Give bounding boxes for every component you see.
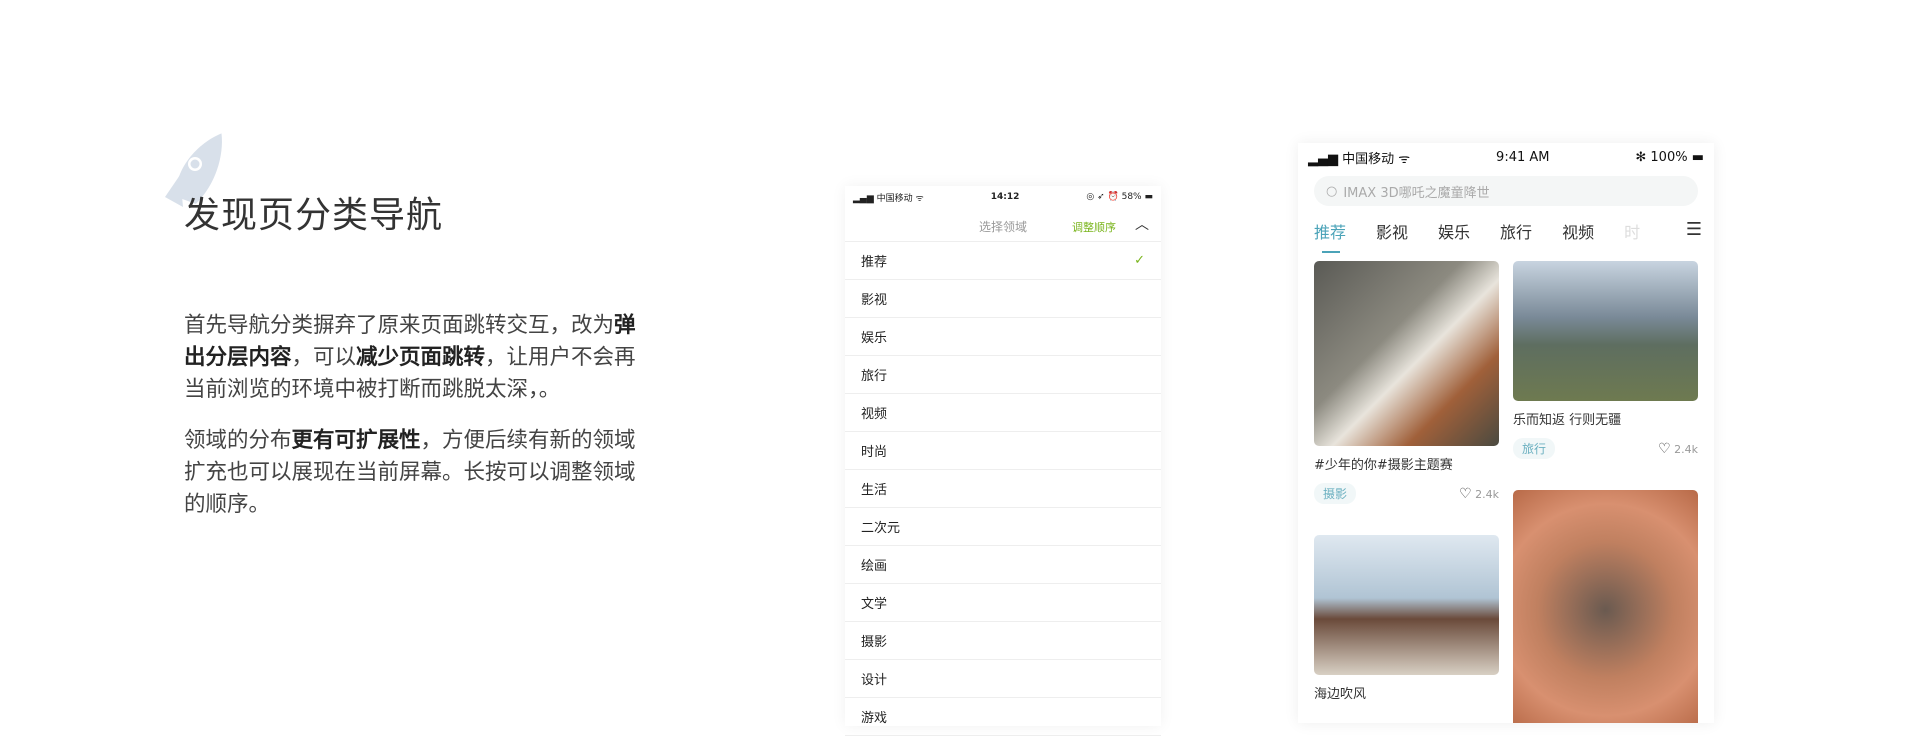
category-row[interactable]: 文学	[845, 584, 1161, 622]
category-label: 推荐	[861, 255, 888, 270]
search-input[interactable]: ○ IMAX 3D哪吒之魔童降世	[1314, 176, 1698, 206]
feed-card[interactable]: 乐而知返 行则无疆 旅行 ♡ 2.4k	[1513, 261, 1698, 459]
category-picker-phone: ▂▄▆ 中国移动 ᯤ 14:12 ◎ ➶ ⏰ 58% ▬ 选择领域 调整顺序 ︿ 推荐 ✓…	[845, 186, 1161, 736]
card-image	[1513, 261, 1698, 401]
category-row[interactable]: 视频	[845, 394, 1161, 432]
category-label: 娱乐	[861, 331, 888, 346]
category-label: 文学	[861, 597, 888, 612]
tab-item[interactable]: 娱乐	[1438, 219, 1470, 243]
card-tag[interactable]: 旅行	[1513, 438, 1556, 459]
category-label: 旅行	[861, 369, 888, 384]
feed-card[interactable]: 海边吹风	[1314, 535, 1499, 702]
category-label: 摄影	[861, 635, 888, 650]
category-row[interactable]: 娱乐	[845, 318, 1161, 356]
category-label: 设计	[861, 673, 888, 688]
card-caption: 乐而知返 行则无疆	[1513, 413, 1622, 428]
search-icon: ○	[1326, 183, 1338, 199]
category-row[interactable]: 影视	[845, 280, 1161, 318]
category-row[interactable]: 游戏	[845, 698, 1161, 736]
category-tabs: 推荐 影视 娱乐 旅行 视频 时	[1314, 219, 1702, 253]
heart-icon: ♡	[1459, 485, 1472, 502]
like-count[interactable]: ♡ 2.4k	[1459, 486, 1499, 502]
adjust-order-button[interactable]: 调整顺序	[1072, 219, 1116, 235]
category-label: 二次元	[861, 521, 901, 536]
tab-item[interactable]: 旅行	[1500, 219, 1532, 243]
check-icon: ✓	[1134, 253, 1145, 268]
category-label: 时尚	[861, 445, 888, 460]
heart-icon: ♡	[1658, 440, 1671, 457]
card-caption: 海边吹风	[1314, 687, 1367, 702]
like-count[interactable]: ♡ 2.4k	[1658, 441, 1698, 457]
chevron-up-icon[interactable]: ︿	[1135, 214, 1149, 234]
category-label: 视频	[861, 407, 888, 422]
status-bar: ▂▄▆ 中国移动 ᯤ 9:41 AM ✻ 100% ▬	[1308, 149, 1704, 167]
tab-item[interactable]: 影视	[1376, 219, 1408, 243]
description-paragraph-1: 首先导航分类摒弃了原来页面跳转交互，改为弹出分层内容，可以减少页面跳转，让用户不…	[184, 313, 636, 402]
card-image	[1513, 490, 1698, 723]
category-row[interactable]: 摄影	[845, 622, 1161, 660]
picker-header: 选择领域 调整顺序 ︿	[845, 208, 1161, 242]
discover-phone: ▂▄▆ 中国移动 ᯤ 9:41 AM ✻ 100% ▬ ○ IMAX 3D哪吒之魔童降…	[1298, 143, 1714, 723]
category-row[interactable]: 时尚	[845, 432, 1161, 470]
description-paragraph-2: 领域的分布更有可扩展性，方便后续有新的领域扩充也可以展现在当前屏幕。长按可以调整…	[184, 428, 636, 517]
card-image	[1314, 261, 1499, 446]
category-row[interactable]: 绘画	[845, 546, 1161, 584]
feed-card[interactable]	[1513, 490, 1698, 723]
card-caption: #少年的你#摄影主题赛	[1314, 458, 1453, 473]
tab-item[interactable]: 时	[1624, 219, 1640, 243]
category-row[interactable]: 推荐 ✓	[845, 242, 1161, 280]
category-label: 生活	[861, 483, 888, 498]
menu-icon[interactable]: ☰	[1686, 219, 1702, 240]
status-bar: ▂▄▆ 中国移动 ᯤ 14:12 ◎ ➶ ⏰ 58% ▬	[853, 192, 1153, 204]
feed-card[interactable]: #少年的你#摄影主题赛 摄影 ♡ 2.4k	[1314, 261, 1499, 504]
category-label: 绘画	[861, 559, 888, 574]
tab-item[interactable]: 视频	[1562, 219, 1594, 243]
category-row[interactable]: 设计	[845, 660, 1161, 698]
category-row[interactable]: 旅行	[845, 356, 1161, 394]
card-tag[interactable]: 摄影	[1314, 483, 1357, 504]
category-label: 影视	[861, 293, 888, 308]
category-row[interactable]: 二次元	[845, 508, 1161, 546]
category-row[interactable]: 生活	[845, 470, 1161, 508]
card-image	[1314, 535, 1499, 675]
page-title: 发现页分类导航	[184, 195, 444, 236]
tab-item[interactable]: 推荐	[1314, 219, 1346, 253]
